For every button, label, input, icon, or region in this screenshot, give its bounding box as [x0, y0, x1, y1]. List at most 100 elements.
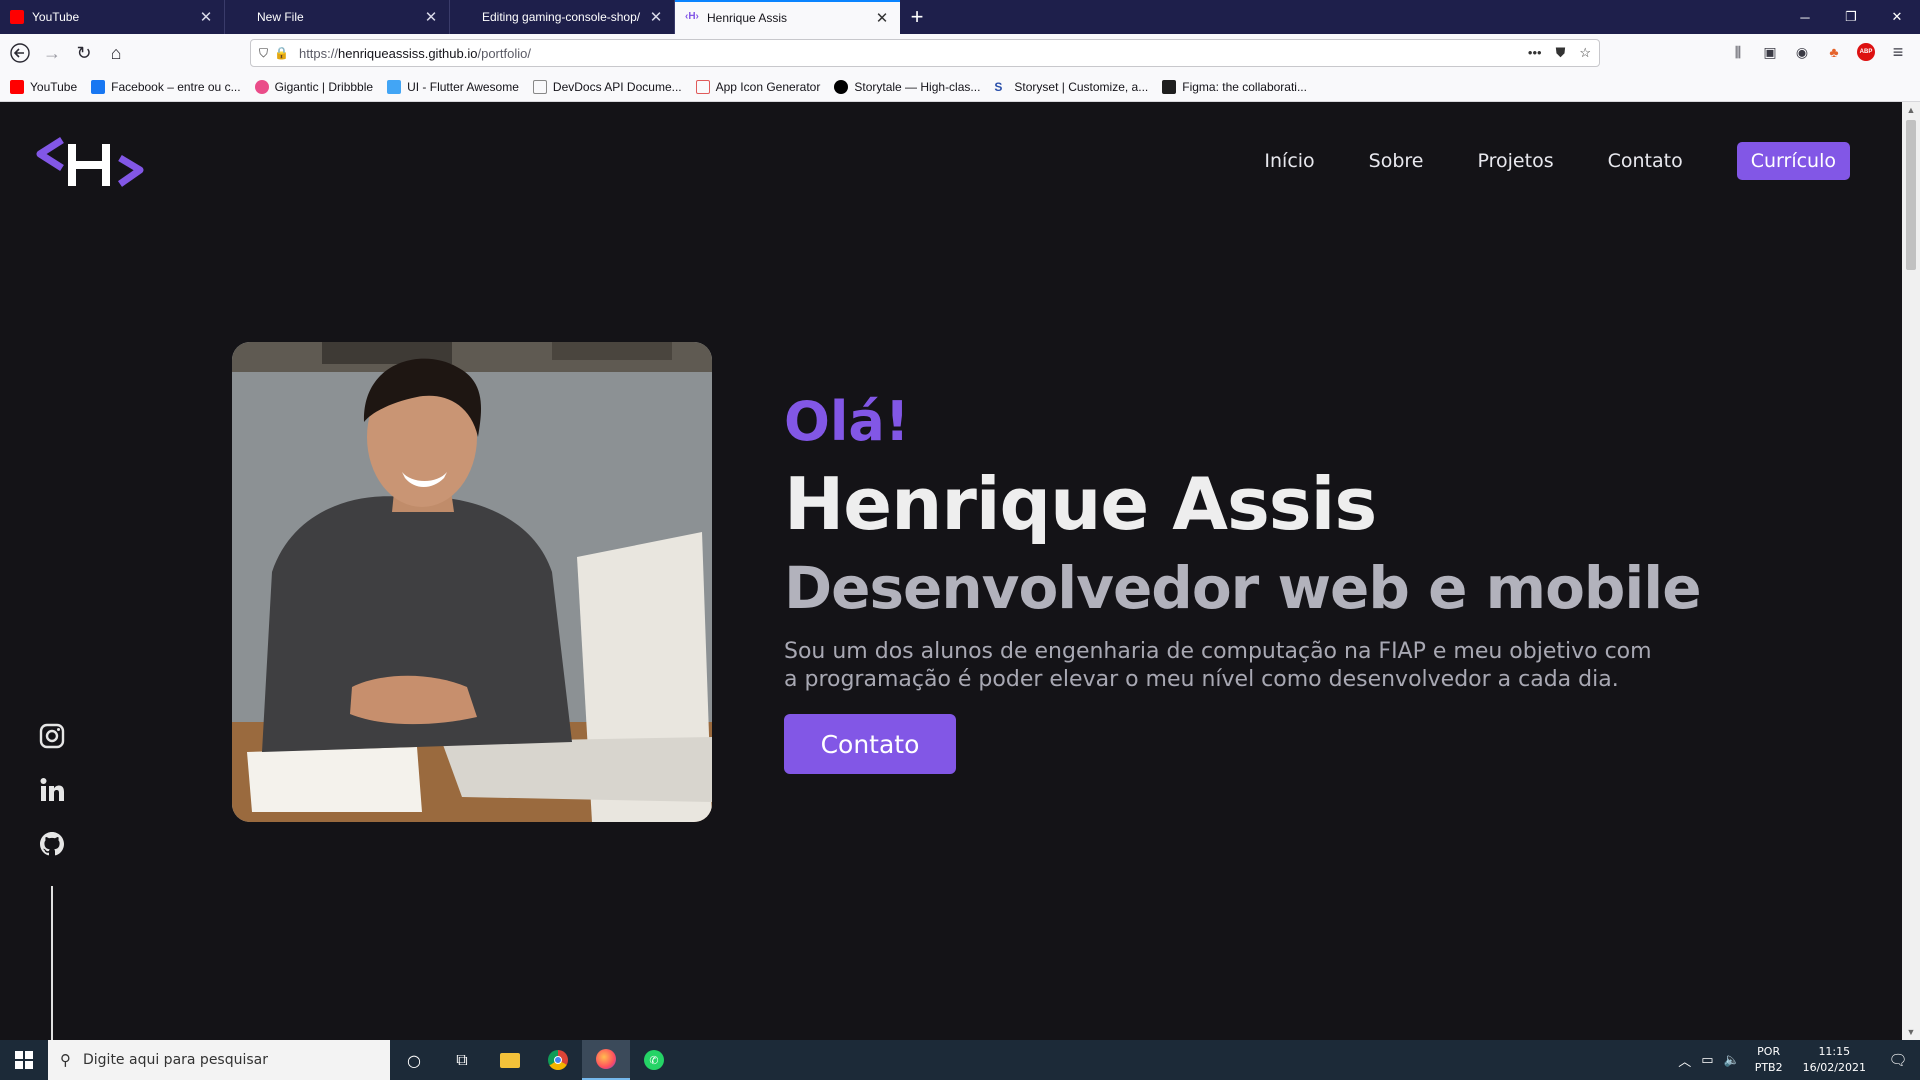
hero-description: Sou um dos alunos de engenharia de compu…: [784, 639, 1652, 692]
cortana-icon[interactable]: ○: [390, 1040, 438, 1080]
taskbar-search-box[interactable]: ⚲ Digite aqui para pesquisar: [48, 1040, 390, 1080]
scroll-down-icon[interactable]: ▼: [1902, 1024, 1920, 1040]
keyboard-layout: PTB2: [1754, 1061, 1783, 1074]
whatsapp-icon[interactable]: ✆: [630, 1040, 678, 1080]
storytale-icon: [834, 79, 849, 94]
bookmark-figma[interactable]: Figma: the collaborati...: [1162, 79, 1307, 94]
volume-icon[interactable]: 🔈: [1719, 1053, 1745, 1068]
back-button[interactable]: [4, 38, 36, 68]
bookmark-storyset[interactable]: S Storyset | Customize, a...: [994, 80, 1148, 94]
sidebar-icon[interactable]: ▣: [1758, 38, 1782, 66]
hero-role: Desenvolvedor web e mobile: [784, 554, 1702, 622]
page-scrollbar[interactable]: ▲ ▼: [1902, 102, 1920, 1040]
tab-title: Henrique Assis: [707, 11, 788, 25]
language-indicator[interactable]: POR PTB2: [1745, 1044, 1793, 1076]
language-code: POR: [1757, 1045, 1781, 1058]
library-icon[interactable]: ⫼: [1726, 38, 1750, 66]
tab-new-file[interactable]: New File ✕: [225, 0, 450, 34]
extension-icon[interactable]: ♣: [1822, 38, 1846, 66]
restore-icon[interactable]: ❐: [1828, 0, 1874, 34]
windows-start-button[interactable]: [0, 1040, 48, 1080]
new-tab-button[interactable]: +: [900, 0, 934, 34]
bookmark-flutter-awesome[interactable]: UI - Flutter Awesome: [387, 79, 519, 94]
file-explorer-icon[interactable]: [486, 1040, 534, 1080]
bookmark-devdocs[interactable]: DevDocs API Docume...: [532, 79, 682, 94]
network-icon[interactable]: ▭: [1696, 1053, 1718, 1068]
home-button[interactable]: ⌂: [100, 38, 132, 68]
tracking-protection-icon[interactable]: ⛉: [259, 46, 268, 61]
task-view-icon[interactable]: ⧉: [438, 1040, 486, 1080]
close-window-icon[interactable]: ✕: [1874, 0, 1920, 34]
reload-button[interactable]: ↻: [68, 38, 100, 68]
blank-page-icon: [460, 10, 474, 24]
search-icon: ⚲: [60, 1051, 71, 1069]
system-tray: ︿ ▭ 🔈 POR PTB2 11:15 16/02/2021 🗨: [1673, 1040, 1920, 1080]
contato-button[interactable]: Contato: [784, 714, 956, 774]
storyset-icon: S: [994, 79, 1003, 94]
clock-time: 11:15: [1818, 1045, 1851, 1058]
nav-inicio[interactable]: Início: [1264, 150, 1314, 172]
close-tab-icon[interactable]: ✕: [874, 9, 890, 27]
bookmark-storytale[interactable]: Storytale — High-clas...: [834, 79, 980, 94]
url-text[interactable]: https://henriqueassiss.github.io/portfol…: [299, 46, 1528, 61]
nav-sobre[interactable]: Sobre: [1369, 150, 1424, 172]
taskbar-search-placeholder: Digite aqui para pesquisar: [83, 1052, 269, 1068]
facebook-icon: [91, 79, 106, 94]
tab-title: Editing gaming-console-shop/: [482, 10, 641, 24]
bookmarks-bar: YouTube Facebook – entre ou c... Giganti…: [0, 72, 1920, 102]
page-actions-icon[interactable]: •••: [1528, 45, 1542, 61]
bookmark-app-icon-generator[interactable]: App Icon Generator: [695, 79, 820, 94]
show-hidden-icons-icon[interactable]: ︿: [1673, 1051, 1696, 1070]
hero-greeting: Olá!: [784, 390, 910, 453]
close-tab-icon[interactable]: ✕: [198, 8, 214, 26]
notifications-icon[interactable]: 🗨: [1876, 1051, 1920, 1069]
bookmark-star-icon[interactable]: ☆: [1579, 45, 1591, 61]
site-logo[interactable]: [36, 130, 146, 194]
windows-logo-icon: [15, 1051, 33, 1069]
app-icon-generator-icon: [695, 79, 710, 94]
scroll-thumb[interactable]: [1906, 120, 1916, 270]
close-tab-icon[interactable]: ✕: [423, 8, 439, 26]
back-arrow-icon: [10, 43, 30, 63]
github-icon[interactable]: [38, 830, 66, 858]
tab-title: New File: [257, 10, 304, 24]
youtube-icon: [10, 79, 24, 94]
adblock-plus-icon[interactable]: ABP: [1854, 38, 1878, 66]
bookmark-youtube[interactable]: YouTube: [10, 79, 77, 94]
forward-button[interactable]: →: [36, 38, 68, 68]
figma-icon: [1162, 79, 1177, 94]
tab-youtube[interactable]: YouTube ✕: [0, 0, 225, 34]
nav-curriculo-button[interactable]: Currículo: [1736, 142, 1850, 180]
tab-title: YouTube: [32, 10, 80, 24]
social-divider-line: [51, 886, 53, 1040]
taskbar-clock[interactable]: 11:15 16/02/2021: [1793, 1044, 1876, 1076]
bookmark-dribbble[interactable]: Gigantic | Dribbble: [254, 79, 373, 94]
toolbar-right: ⫼ ▣ ◉ ♣ ABP ≡: [1726, 38, 1910, 66]
instagram-icon[interactable]: [38, 722, 66, 750]
minimize-icon[interactable]: ─: [1782, 0, 1828, 34]
chrome-icon[interactable]: [534, 1040, 582, 1080]
account-icon[interactable]: ◉: [1790, 38, 1814, 66]
linkedin-icon[interactable]: [38, 776, 66, 804]
lock-icon[interactable]: 🔒: [274, 46, 289, 60]
window-controls: ─ ❐ ✕: [1782, 0, 1920, 34]
youtube-icon: [10, 10, 24, 24]
close-tab-icon[interactable]: ✕: [648, 8, 664, 26]
hero-name: Henrique Assis: [784, 462, 1377, 546]
profile-photo: [232, 342, 712, 822]
nav-contato[interactable]: Contato: [1608, 150, 1683, 172]
browser-tab-bar: YouTube ✕ New File ✕ Editing gaming-cons…: [0, 0, 1920, 34]
site-logo-icon: ‹H›: [685, 11, 699, 22]
devdocs-icon: [532, 79, 547, 94]
flutter-icon: [387, 79, 402, 94]
address-bar[interactable]: ⛉ 🔒 https://henriqueassiss.github.io/por…: [250, 39, 1600, 67]
tab-editing-gaming-console-shop[interactable]: Editing gaming-console-shop/ ✕: [450, 0, 675, 34]
nav-projetos[interactable]: Projetos: [1478, 150, 1554, 172]
firefox-icon[interactable]: [582, 1040, 630, 1080]
portfolio-page: Início Sobre Projetos Contato Currículo …: [0, 102, 1902, 1040]
tab-henrique-assis[interactable]: ‹H› Henrique Assis ✕: [675, 0, 900, 34]
pocket-icon[interactable]: ⛊: [1556, 45, 1566, 61]
bookmark-facebook[interactable]: Facebook – entre ou c...: [91, 79, 241, 94]
menu-icon[interactable]: ≡: [1886, 38, 1910, 66]
scroll-up-icon[interactable]: ▲: [1902, 102, 1920, 118]
